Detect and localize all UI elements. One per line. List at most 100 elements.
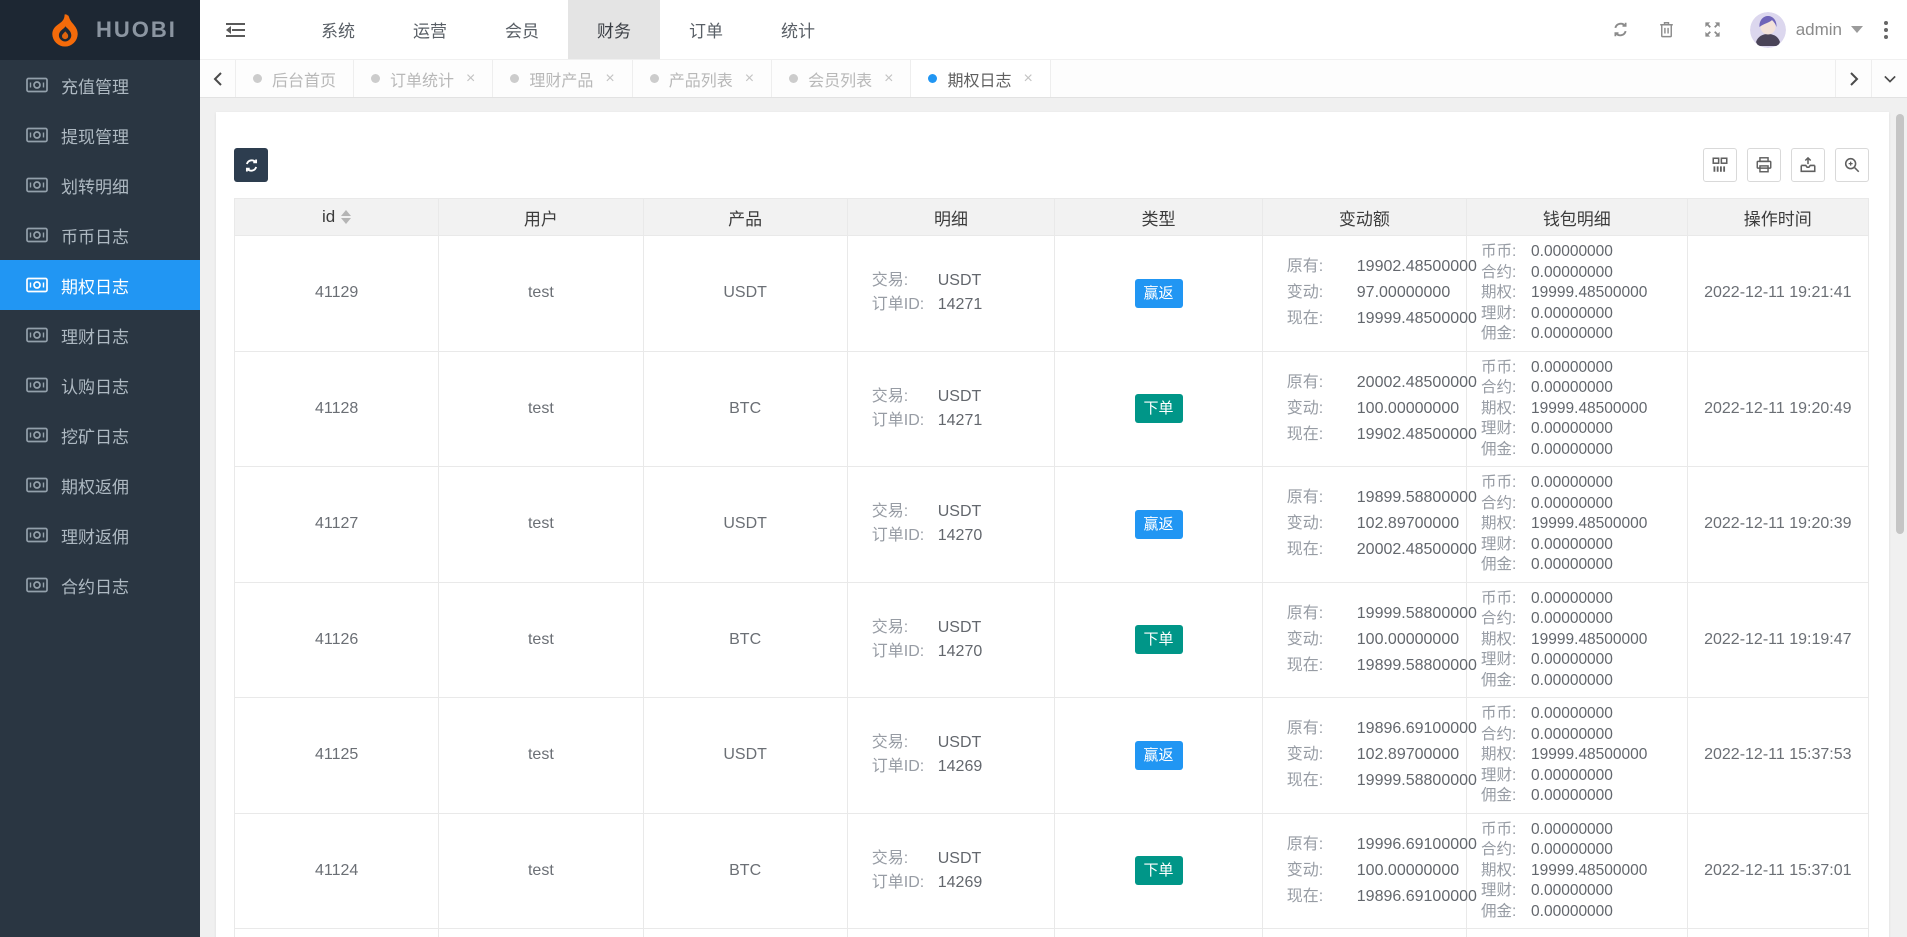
line-value: 0.00000000 [1531, 671, 1613, 692]
column-header-label: 钱包明细 [1543, 205, 1611, 230]
topnav-item[interactable]: 订单 [660, 0, 752, 59]
label-value-line: 理财: 0.00000000 [1481, 766, 1683, 787]
cell-id [235, 929, 439, 937]
tabs: 后台首页 订单统计 × 理财产品 × 产品列表 × 会员列表 × 期权日志 × [236, 60, 1835, 97]
sidebar-toggle-icon[interactable] [200, 0, 270, 59]
label-value-line: 币币: 0.00000000 [1481, 704, 1683, 725]
tab-close-icon[interactable]: × [745, 71, 754, 87]
line-value: 19999.48500000 [1357, 306, 1477, 332]
table-body: 41129 test USDT 交易: USDT 订单ID: 14271 赢返 … [235, 236, 1869, 937]
type-badge: 赢返 [1135, 510, 1183, 539]
sidebar-item[interactable]: 合约日志 [0, 560, 200, 610]
tab[interactable]: 产品列表 × [633, 60, 772, 97]
line-label: 理财: [1481, 766, 1531, 787]
line-label: 期权: [1481, 861, 1531, 882]
cell-type [1055, 929, 1263, 937]
line-value: 19999.48500000 [1531, 861, 1647, 882]
table-row: 41126 test BTC 交易: USDT 订单ID: 14270 下单 原… [235, 582, 1869, 698]
caret-down-icon[interactable] [1851, 26, 1863, 33]
tab-label: 会员列表 [808, 67, 872, 91]
sidebar-item[interactable]: 认购日志 [0, 360, 200, 410]
cell-time: 2022-12-11 19:19:47 [1687, 582, 1868, 698]
search-zoom-icon[interactable] [1835, 148, 1869, 182]
tab[interactable]: 理财产品 × [493, 60, 632, 97]
sidebar-item[interactable]: 挖矿日志 [0, 410, 200, 460]
label-value-line: 合约: 0.00000000 [1481, 725, 1683, 746]
line-label: 交易: [872, 269, 938, 293]
topnav-item[interactable]: 系统 [292, 0, 384, 59]
trash-icon[interactable] [1644, 0, 1690, 60]
tab[interactable]: 会员列表 × [772, 60, 911, 97]
money-icon [26, 377, 48, 393]
line-label: 变动: [1287, 627, 1357, 653]
line-value: 19999.48500000 [1531, 514, 1647, 535]
topnav-item[interactable]: 会员 [476, 0, 568, 59]
cell-product: BTC [643, 351, 847, 467]
tab[interactable]: 后台首页 [236, 60, 354, 97]
line-label: 交易: [872, 847, 938, 871]
line-label: 理财: [1481, 304, 1531, 325]
line-label: 变动: [1287, 511, 1357, 537]
line-value: 14270 [938, 640, 983, 664]
line-label: 现在: [1287, 306, 1357, 332]
refresh-icon[interactable] [1598, 0, 1644, 60]
username[interactable]: admin [1796, 20, 1842, 40]
chevron-left-icon[interactable] [200, 60, 236, 97]
label-value-line: 理财: 0.00000000 [1481, 650, 1683, 671]
label-value-line: 合约: 0.00000000 [1481, 609, 1683, 630]
line-label: 佣金: [1481, 786, 1531, 807]
fullscreen-icon[interactable] [1690, 0, 1736, 60]
topnav-item[interactable]: 财务 [568, 0, 660, 59]
line-label: 理财: [1481, 881, 1531, 902]
label-value-line: 期权: 19999.48500000 [1481, 283, 1683, 304]
vertical-scrollbar[interactable] [1893, 98, 1907, 937]
topnav-item[interactable]: 统计 [752, 0, 844, 59]
sidebar-item[interactable]: 期权返佣 [0, 460, 200, 510]
sidebar-item[interactable]: 提现管理 [0, 110, 200, 160]
sidebar-item[interactable]: 划转明细 [0, 160, 200, 210]
line-value: 102.89700000 [1357, 742, 1459, 768]
tab-close-icon[interactable]: × [884, 71, 893, 87]
line-label: 变动: [1287, 280, 1357, 306]
refresh-button[interactable] [234, 148, 268, 182]
kebab-menu-icon[interactable] [1871, 0, 1901, 60]
label-value-line: 佣金: 0.00000000 [1481, 324, 1683, 345]
sidebar-item-label: 币币日志 [61, 223, 129, 248]
tab-close-icon[interactable]: × [466, 71, 475, 87]
type-badge: 下单 [1135, 856, 1183, 885]
print-icon[interactable] [1747, 148, 1781, 182]
sort-icon[interactable] [341, 210, 351, 224]
sidebar-item[interactable]: 充值管理 [0, 60, 200, 110]
tab-close-icon[interactable]: × [1023, 71, 1032, 87]
label-value-line: 变动: 102.89700000 [1287, 742, 1462, 768]
chevron-down-icon[interactable] [1871, 60, 1907, 97]
scrollbar-thumb[interactable] [1896, 114, 1904, 534]
tab-close-icon[interactable]: × [605, 71, 614, 87]
topbar: 系统 运营 会员 财务 订单 统计 [200, 0, 1907, 60]
line-label: 变动: [1287, 742, 1357, 768]
line-label: 期权: [1481, 630, 1531, 651]
cell-time [1687, 929, 1868, 937]
sidebar-item[interactable]: 理财日志 [0, 310, 200, 360]
brand-logo[interactable]: HUOBI [0, 0, 200, 60]
type-badge: 赢返 [1135, 279, 1183, 308]
type-badge: 赢返 [1135, 741, 1183, 770]
column-header-label: 变动额 [1339, 205, 1390, 230]
columns-icon[interactable] [1703, 148, 1737, 182]
tab-label: 后台首页 [272, 67, 336, 91]
topnav-item[interactable]: 运营 [384, 0, 476, 59]
line-label: 现在: [1287, 653, 1357, 679]
sidebar-item[interactable]: 理财返佣 [0, 510, 200, 560]
sidebar-item[interactable]: 币币日志 [0, 210, 200, 260]
line-value: USDT [938, 385, 982, 409]
tab[interactable]: 订单统计 × [354, 60, 493, 97]
chevron-right-icon[interactable] [1835, 60, 1871, 97]
cell-time: 2022-12-11 15:37:01 [1687, 813, 1868, 929]
avatar[interactable] [1750, 12, 1786, 48]
cell-product: BTC [643, 813, 847, 929]
money-icon [26, 227, 48, 243]
sidebar-item[interactable]: 期权日志 [0, 260, 200, 310]
tab[interactable]: 期权日志 × [911, 60, 1050, 97]
line-value: 0.00000000 [1531, 555, 1613, 576]
export-icon[interactable] [1791, 148, 1825, 182]
